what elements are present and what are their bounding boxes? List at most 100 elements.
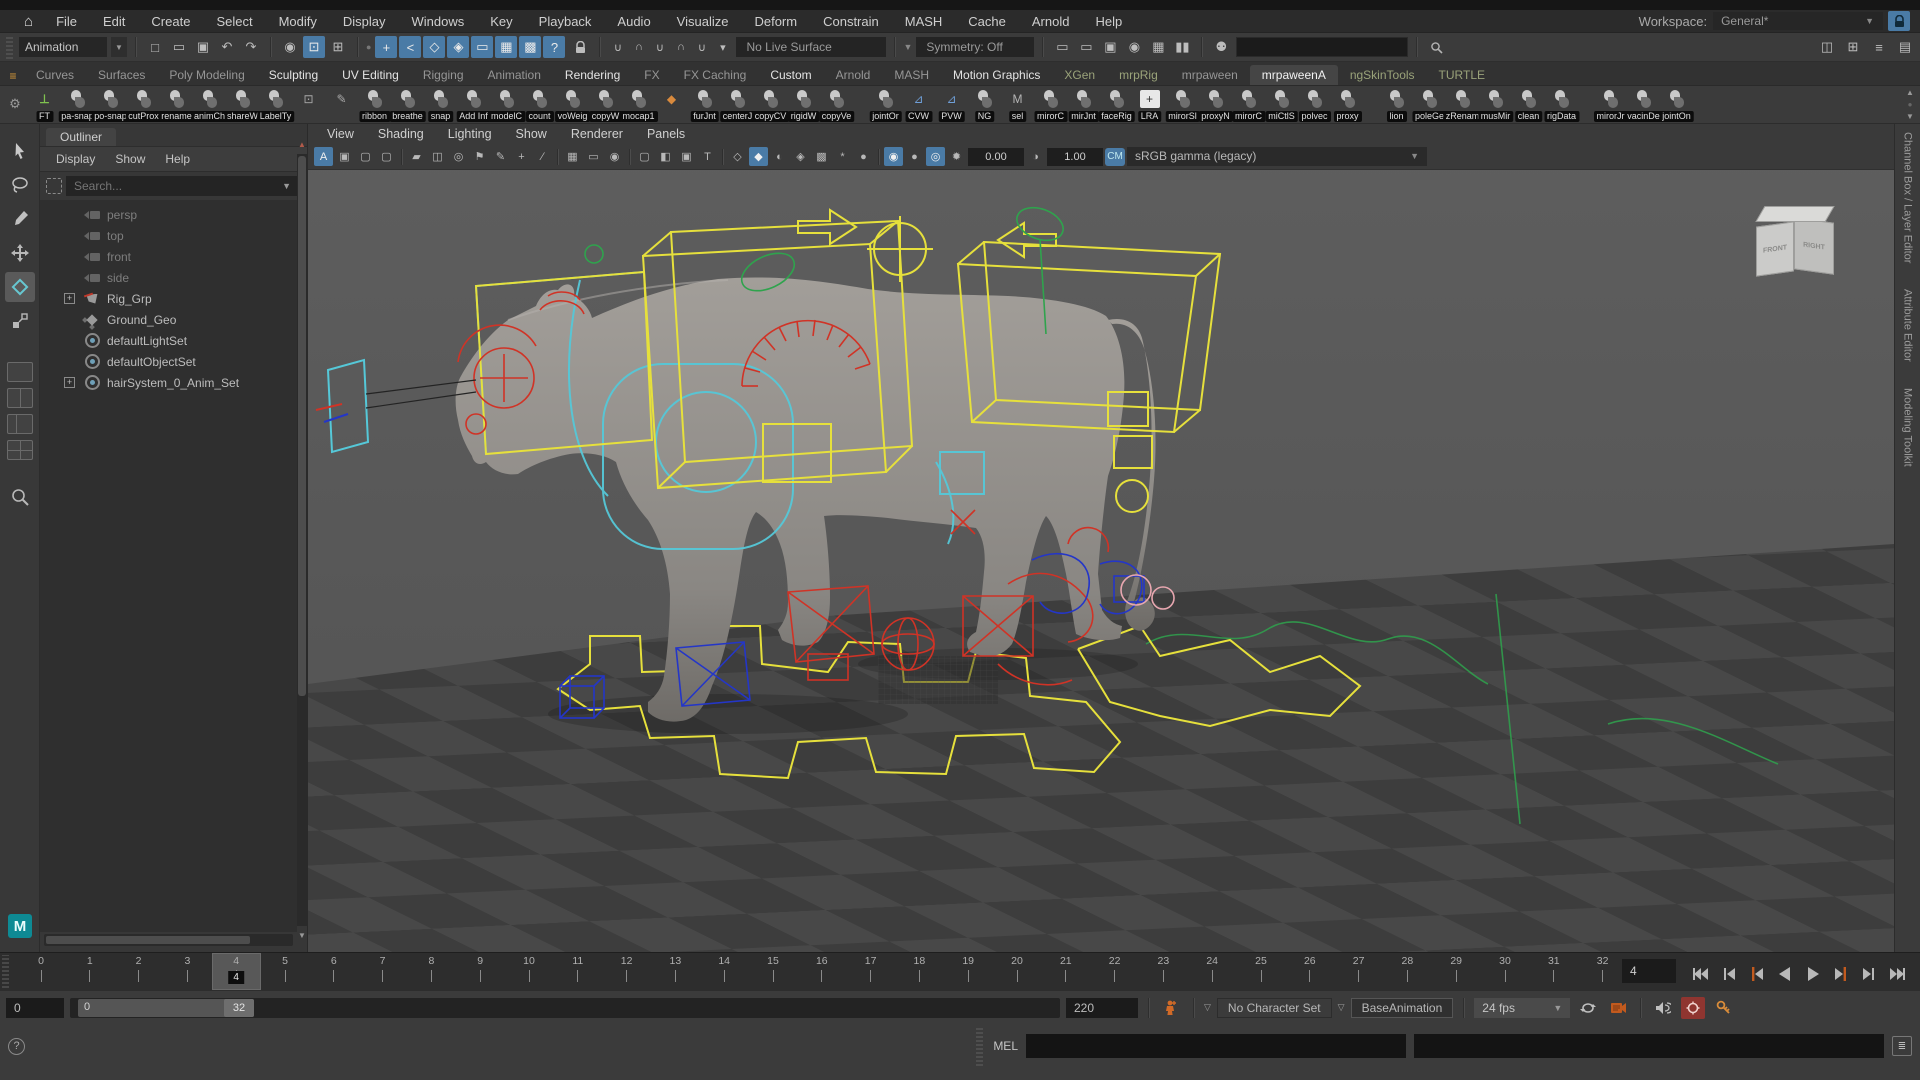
animation-start-field[interactable]: 0 bbox=[6, 998, 64, 1018]
go-to-start-button[interactable] bbox=[1688, 962, 1714, 986]
lock-camera-icon[interactable]: ▣ bbox=[335, 147, 354, 166]
step-forward-key-button[interactable] bbox=[1828, 962, 1854, 986]
gate-mask-icon[interactable]: ▢ bbox=[635, 147, 654, 166]
record-button[interactable] bbox=[1681, 997, 1705, 1019]
outliner-menu-item[interactable]: Help bbox=[157, 151, 198, 167]
shelf-tool-button[interactable]: animCh bbox=[193, 87, 226, 123]
animation-snapshot-icon[interactable] bbox=[1606, 997, 1630, 1019]
live-surface-field[interactable]: No Live Surface bbox=[736, 37, 886, 57]
shaded-icon[interactable]: ◆ bbox=[749, 147, 768, 166]
filter-icon[interactable] bbox=[46, 178, 62, 194]
help-icon[interactable]: ? bbox=[8, 1038, 25, 1055]
outliner-item[interactable]: + hairSystem_0_Anim_Set bbox=[40, 372, 297, 393]
shelf-tool-button[interactable]: ✎ bbox=[325, 87, 358, 123]
shelf-tab[interactable]: XGen bbox=[1052, 65, 1107, 85]
timeline-frame-13[interactable]: 13 bbox=[653, 955, 697, 982]
viewport-menu-item[interactable]: View bbox=[316, 127, 365, 141]
wireframe-on-shaded-icon[interactable]: ◐ bbox=[770, 147, 789, 166]
go-to-end-button[interactable] bbox=[1884, 962, 1910, 986]
outliner-item[interactable]: + side bbox=[40, 267, 297, 288]
lasso-tool[interactable] bbox=[5, 170, 35, 200]
chevron-down-icon[interactable]: ▼ bbox=[111, 37, 127, 57]
sidebar-tab[interactable]: Channel Box / Layer Editor bbox=[1902, 132, 1914, 263]
fps-dropdown[interactable]: 24 fps▼ bbox=[1474, 998, 1570, 1018]
grease-pencil-icon[interactable]: ✎ bbox=[491, 147, 510, 166]
rigid-body-icon[interactable]: ∩ bbox=[629, 38, 648, 57]
chevron-down-icon[interactable]: ▼ bbox=[1865, 16, 1874, 26]
pivot-icon[interactable]: + bbox=[512, 147, 531, 166]
single-pane-layout-button[interactable] bbox=[7, 362, 33, 382]
shelf-tool-button[interactable]: NG bbox=[968, 87, 1001, 123]
shelf-tool-button[interactable]: polvec bbox=[1298, 87, 1331, 123]
construction-history-icon[interactable]: ∪ bbox=[608, 38, 627, 57]
viewport-menu-item[interactable]: Renderer bbox=[560, 127, 634, 141]
play-forwards-button[interactable] bbox=[1800, 962, 1826, 986]
anim-layer-field[interactable]: BaseAnimation bbox=[1351, 998, 1454, 1018]
shelf-tool-button[interactable]: ⊥ FT bbox=[28, 87, 61, 123]
timeline-frame-9[interactable]: 9 bbox=[458, 955, 502, 982]
shelf-tool-button[interactable]: count bbox=[523, 87, 556, 123]
command-language-toggle[interactable]: MEL bbox=[993, 1039, 1018, 1053]
show-humanik-icon[interactable]: ⊞ bbox=[1842, 36, 1864, 58]
menu-item[interactable]: Cache bbox=[955, 14, 1019, 29]
shelf-tool-button[interactable]: Add Inf bbox=[457, 87, 490, 123]
timeline-frame-16[interactable]: 16 bbox=[800, 955, 844, 982]
safe-title-icon[interactable]: T bbox=[698, 147, 717, 166]
auto-keyframe-icon[interactable] bbox=[1711, 997, 1735, 1019]
viewport-menu-item[interactable]: Panels bbox=[636, 127, 696, 141]
viewport-menu-item[interactable]: Lighting bbox=[437, 127, 503, 141]
exposure-icon[interactable]: ✹ bbox=[947, 147, 966, 166]
shelf-tool-button[interactable]: M sel bbox=[1001, 87, 1034, 123]
timeline-frame-3[interactable]: 3 bbox=[165, 955, 209, 982]
menu-item[interactable]: Windows bbox=[399, 14, 478, 29]
render-current-icon[interactable]: ▭ bbox=[1075, 36, 1097, 58]
perspective-viewport[interactable]: ViewShadingLightingShowRendererPanels A▣… bbox=[308, 124, 1894, 952]
shelf-tool-button[interactable]: proxy bbox=[1331, 87, 1364, 123]
two-pane-layout-button[interactable] bbox=[7, 388, 33, 408]
timeline-frame-2[interactable]: 2 bbox=[117, 955, 161, 982]
shelf-tool-button[interactable]: furJnt bbox=[688, 87, 721, 123]
timeline-frame-5[interactable]: 5 bbox=[263, 955, 307, 982]
home-icon[interactable]: ⌂ bbox=[24, 13, 33, 30]
menu-item[interactable]: MASH bbox=[892, 14, 956, 29]
four-pane-layout-button[interactable] bbox=[7, 440, 33, 460]
timeline-frame-6[interactable]: 6 bbox=[312, 955, 356, 982]
sidebar-tab[interactable]: Attribute Editor bbox=[1902, 289, 1914, 362]
isolate-select-icon[interactable]: ◎ bbox=[926, 147, 945, 166]
new-scene-icon[interactable]: □ bbox=[144, 36, 166, 58]
shelf-tab[interactable]: mrpaween bbox=[1170, 65, 1250, 85]
render-view-icon[interactable]: ▭ bbox=[1051, 36, 1073, 58]
wireframe-icon[interactable]: ◇ bbox=[728, 147, 747, 166]
command-input[interactable] bbox=[1026, 1034, 1406, 1058]
outliner-item[interactable]: + top bbox=[40, 225, 297, 246]
shelf-tool-button[interactable]: ◆ bbox=[655, 87, 688, 123]
timeline-frame-11[interactable]: 11 bbox=[556, 955, 600, 982]
launch-render-icon[interactable]: ▦ bbox=[1147, 36, 1169, 58]
timeline-frame-0[interactable]: 0 bbox=[19, 955, 63, 982]
shelf-tab[interactable]: Curves bbox=[24, 65, 86, 85]
select-by-component-icon[interactable]: ⊞ bbox=[327, 36, 349, 58]
menu-item[interactable]: Visualize bbox=[664, 14, 742, 29]
select-tool[interactable] bbox=[5, 136, 35, 166]
shelf-tool-button[interactable] bbox=[1364, 87, 1380, 123]
look-through-icon[interactable]: ◎ bbox=[449, 147, 468, 166]
shelf-tool-button[interactable]: zRenam bbox=[1446, 87, 1479, 123]
menu-set-dropdown[interactable]: Animation bbox=[19, 37, 107, 57]
shelf-tool-button[interactable]: copyCV bbox=[754, 87, 787, 123]
outliner-item[interactable]: + persp bbox=[40, 204, 297, 225]
shelf-tab[interactable]: Rendering bbox=[553, 65, 632, 85]
shelf-tool-button[interactable]: copyW bbox=[589, 87, 622, 123]
shelf-tool-button[interactable]: cutProx bbox=[127, 87, 160, 123]
gear-icon[interactable]: ⚙ bbox=[2, 87, 28, 121]
shelf-tab[interactable]: Arnold bbox=[824, 65, 883, 85]
shelf-scroll-arrows[interactable]: ▲●▼ bbox=[1900, 87, 1920, 121]
shelf-tab[interactable]: Motion Graphics bbox=[941, 65, 1052, 85]
shelf-tool-button[interactable]: jointOr bbox=[869, 87, 902, 123]
timeline-frame-31[interactable]: 31 bbox=[1532, 955, 1576, 982]
timeline-frame-24[interactable]: 24 bbox=[1190, 955, 1234, 982]
snap-to-view-plane-icon[interactable]: ▭ bbox=[471, 36, 493, 58]
textured-icon[interactable]: ◈ bbox=[791, 147, 810, 166]
shelf-tool-button[interactable] bbox=[1578, 87, 1594, 123]
persp-outliner-layout-button[interactable] bbox=[7, 414, 33, 434]
step-back-key-button[interactable] bbox=[1744, 962, 1770, 986]
